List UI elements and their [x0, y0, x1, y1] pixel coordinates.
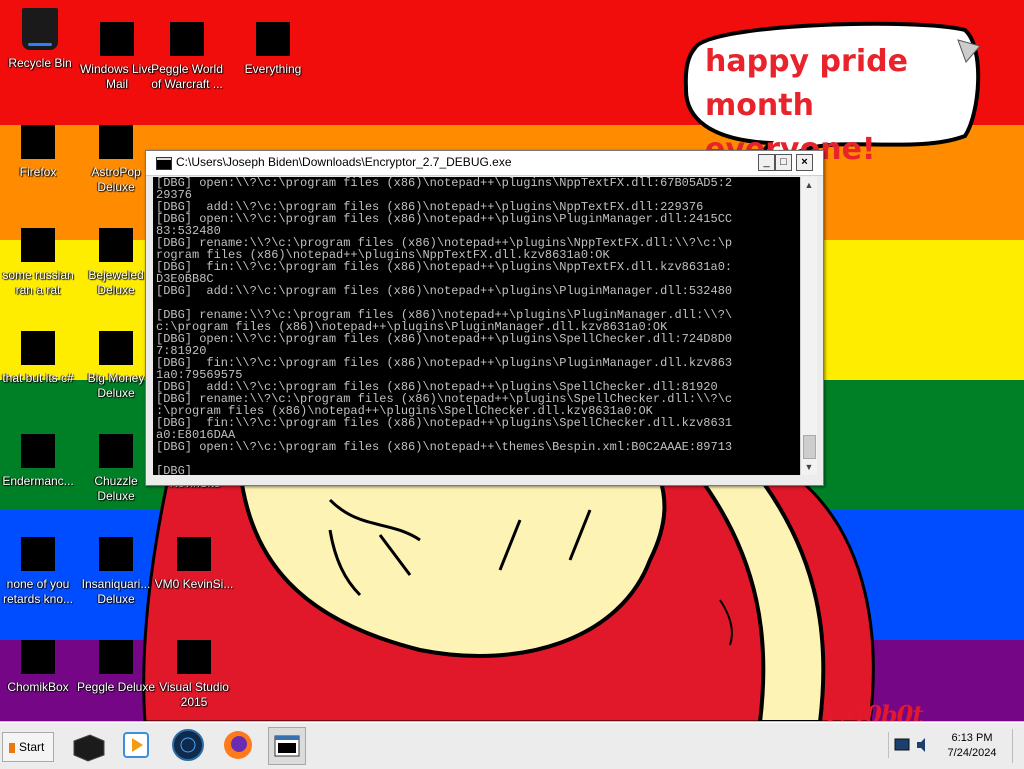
desktop-icon-visual-studio[interactable]: Visual Studio 2015	[154, 640, 234, 710]
desktop-icon-none-of-you[interactable]: none of you retards kno...	[0, 537, 78, 607]
volume-icon	[917, 738, 925, 752]
chomikbox-icon	[21, 640, 55, 674]
big-money-icon	[99, 331, 133, 365]
media-player-icon	[123, 732, 149, 758]
show-desktop-button[interactable]	[1012, 729, 1023, 763]
desktop-icon-label: ChomikBox	[7, 680, 69, 694]
taskbar-globe[interactable]	[170, 727, 206, 763]
close-button[interactable]: ×	[796, 154, 813, 171]
window-title: C:\Users\Joseph Biden\Downloads\Encrypto…	[176, 155, 512, 169]
taskbar-firefox[interactable]	[220, 727, 256, 763]
peggle-wow-icon	[170, 22, 204, 56]
terminal-icon	[73, 734, 105, 762]
desktop-icon-label: Endermanc...	[2, 474, 74, 488]
scroll-up-arrow-icon[interactable]: ▲	[801, 177, 817, 193]
start-label: Start	[19, 740, 45, 754]
desktop-icon-label: Peggle World of Warcraft ...	[151, 62, 223, 91]
desktop-icon-label: VM0 KevinSi...	[154, 577, 234, 591]
clock-date: 7/24/2024	[947, 747, 997, 759]
console-output[interactable]: [DBG] open:\\?\c:\program files (x86)\no…	[153, 177, 800, 475]
desktop-icon-vm0-kevinsite[interactable]: VM0 KevinSi...	[154, 537, 234, 592]
desktop-icon-insaniquarium[interactable]: Insaniquari... Deluxe	[76, 537, 156, 607]
windows-flag-icon	[9, 742, 15, 753]
desktop-icon-label: Windows Live Mail	[79, 62, 155, 91]
firefox-icon	[21, 125, 55, 159]
desktop-icon-label: that but its c#	[2, 371, 74, 385]
desktop-icon-chomikbox[interactable]: ChomikBox	[0, 640, 78, 695]
console-app-icon	[156, 157, 172, 170]
bejeweled-icon	[99, 228, 133, 262]
recycle-bin-icon	[22, 8, 58, 50]
folder-icon	[21, 434, 55, 468]
desktop-icon-label: some russian ran a rat	[2, 268, 74, 297]
desktop-icon-firefox[interactable]: Firefox	[0, 125, 78, 180]
desktop-icon-big-money[interactable]: Big Money Deluxe	[76, 331, 156, 401]
desktop-icon-astropop[interactable]: AstroPop Deluxe	[76, 125, 156, 195]
shortcut-icon	[21, 331, 55, 365]
globe-icon	[172, 729, 204, 761]
desktop-icon-label: Recycle Bin	[8, 56, 72, 70]
desktop-icon-bejeweled[interactable]: Bejeweled Deluxe	[76, 228, 156, 298]
network-icon	[894, 738, 910, 751]
firefox-icon	[224, 731, 252, 759]
desktop-icon-label: Firefox	[19, 165, 57, 179]
desktop-icon-label: Everything	[244, 62, 302, 76]
desktop-icon-peggle-wow[interactable]: Peggle World of Warcraft ...	[147, 22, 227, 92]
scrollbar-thumb[interactable]	[803, 435, 816, 459]
tray-icons	[894, 738, 925, 752]
desktop-icon-label: AstroPop Deluxe	[91, 165, 141, 194]
taskbar-console-window[interactable]	[268, 727, 306, 765]
insaniquarium-icon	[99, 537, 133, 571]
mail-icon	[100, 22, 134, 56]
everything-search-icon	[256, 22, 290, 56]
desktop-icon-windows-live-mail[interactable]: Windows Live Mail	[77, 22, 157, 92]
file-icon	[21, 537, 55, 571]
peggle-icon	[99, 640, 133, 674]
file-icon	[177, 537, 211, 571]
desktop-icon-chuzzle[interactable]: Chuzzle Deluxe	[76, 434, 156, 504]
vertical-scrollbar[interactable]: ▲ ▼	[800, 177, 817, 475]
desktop-icon-label: Insaniquari... Deluxe	[81, 577, 151, 606]
scroll-down-arrow-icon[interactable]: ▼	[801, 459, 817, 475]
astropop-icon	[99, 125, 133, 159]
clock-time: 6:13 PM	[951, 732, 993, 744]
minimize-button[interactable]: _	[758, 154, 775, 171]
window-titlebar[interactable]: C:\Users\Joseph Biden\Downloads\Encrypto…	[146, 151, 823, 176]
console-window-icon	[274, 735, 300, 757]
desktop-icon-that-but-csharp[interactable]: that but its c#	[0, 331, 78, 386]
desktop-icon-label: Visual Studio 2015	[159, 680, 229, 709]
desktop-icon-label: none of you retards kno...	[2, 577, 74, 606]
desktop-icon-label: Bejeweled Deluxe	[88, 268, 144, 297]
taskbar-terminal[interactable]	[70, 727, 106, 763]
taskbar: Start 6:13 PM 7/24/2024	[0, 722, 1024, 769]
desktop-icon-label: Big Money Deluxe	[87, 371, 145, 400]
desktop-icon-endermanch[interactable]: Endermanc...	[0, 434, 78, 489]
desktop-icon-recycle-bin[interactable]: Recycle Bin	[0, 8, 80, 71]
wallpaper-watermark: VM0b0t	[822, 700, 923, 722]
desktop-icon-label: Peggle Deluxe	[76, 680, 156, 694]
visual-studio-icon	[177, 640, 211, 674]
desktop-icon-russian-rat[interactable]: some russian ran a rat	[0, 228, 78, 298]
system-tray	[888, 732, 937, 758]
start-button[interactable]: Start	[2, 732, 54, 762]
maximize-button[interactable]: □	[775, 154, 792, 171]
desktop-icon-peggle-deluxe[interactable]: Peggle Deluxe	[76, 640, 156, 695]
console-text: [DBG] open:\\?\c:\program files (x86)\no…	[156, 177, 733, 475]
desktop-icon-label: Chuzzle Deluxe	[94, 474, 138, 503]
console-window[interactable]: C:\Users\Joseph Biden\Downloads\Encrypto…	[145, 150, 824, 486]
file-icon	[21, 228, 55, 262]
system-clock[interactable]: 6:13 PM 7/24/2024	[936, 731, 1008, 761]
desktop-icon-everything[interactable]: Everything	[233, 22, 313, 77]
chuzzle-icon	[99, 434, 133, 468]
taskbar-media-player[interactable]	[118, 727, 154, 763]
